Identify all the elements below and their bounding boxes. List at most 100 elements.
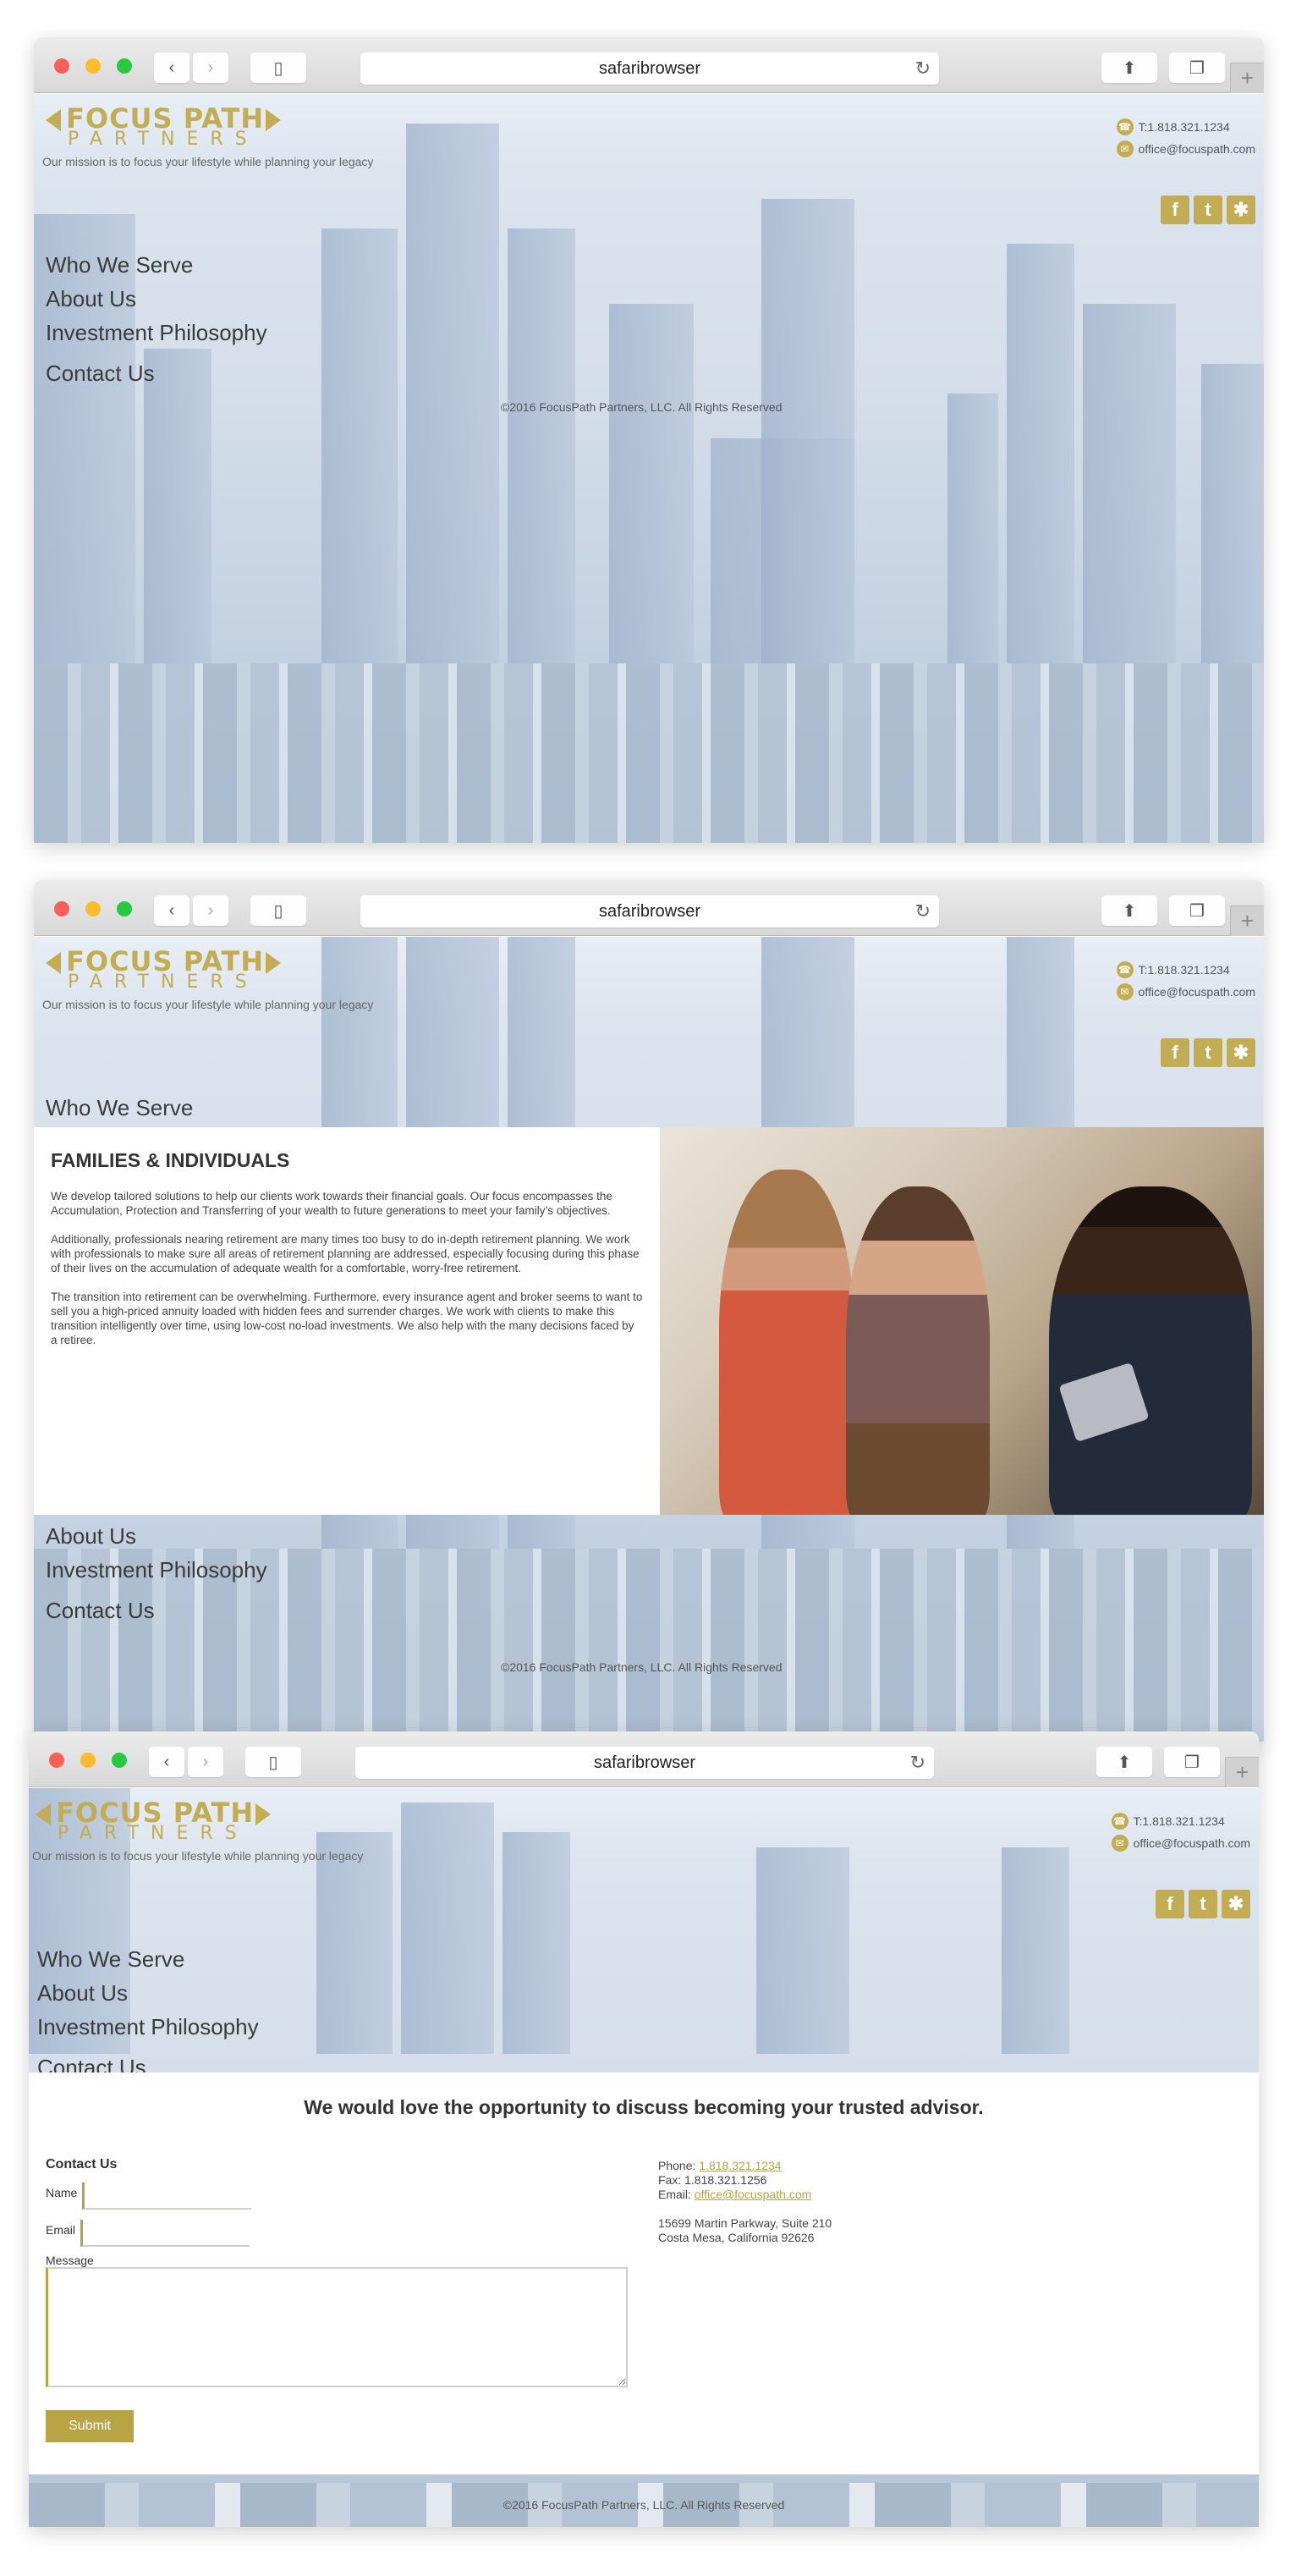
copyright: ©2016 FocusPath Partners, LLC. All Right… [501, 400, 783, 414]
header-email[interactable]: office@focuspath.com [1139, 985, 1255, 999]
tabs-button[interactable]: ❐ [1169, 895, 1225, 926]
submit-button[interactable]: Submit [46, 2410, 134, 2442]
header-phone[interactable]: T:1.818.321.1234 [1139, 120, 1230, 134]
facebook-icon[interactable]: f [1156, 1890, 1184, 1918]
reload-icon[interactable]: ↻ [910, 1752, 925, 1774]
sidebar-button[interactable]: ▯ [250, 895, 306, 926]
mail-icon: ✉ [1111, 1835, 1129, 1852]
logo[interactable]: FOCUS PATH PARTNERS [32, 1798, 271, 1846]
sidebar-button[interactable]: ▯ [245, 1747, 301, 1777]
nav-investment-philosophy[interactable]: Investment Philosophy [37, 2010, 259, 2044]
nav-who-we-serve[interactable]: Who We Serve [46, 1091, 193, 1125]
contact-form: Contact Us Name Email Message Submit [46, 2157, 638, 2442]
twitter-icon[interactable]: t [1194, 1038, 1222, 1067]
tabs-button[interactable]: ❐ [1169, 52, 1225, 83]
header-phone[interactable]: T:1.818.321.1234 [1134, 1814, 1225, 1828]
email-input[interactable] [80, 2220, 250, 2247]
share-button[interactable]: ⬆ [1101, 52, 1157, 83]
back-button[interactable]: ‹ [154, 895, 189, 926]
new-tab-button[interactable]: + [1230, 63, 1264, 93]
tagline: Our mission is to focus your lifestyle w… [42, 155, 374, 168]
sidebar-icon: ▯ [273, 901, 283, 921]
families-panel: FAMILIES & INDIVIDUALS We develop tailor… [34, 1127, 1264, 1515]
plus-icon: + [1240, 908, 1255, 933]
logo[interactable]: FOCUS PATH PARTNERS [42, 104, 281, 151]
browser-toolbar: ‹ › ▯ safaribrowser ↻ ⬆ ❐ + [34, 880, 1264, 936]
phone-link[interactable]: 1.818.321.1234 [699, 2159, 781, 2172]
nav-contact-us[interactable]: Contact Us [46, 356, 267, 390]
copyright: ©2016 FocusPath Partners, LLC. All Right… [502, 2498, 785, 2512]
close-window-button[interactable] [54, 58, 69, 74]
close-window-button[interactable] [54, 901, 69, 916]
email-link[interactable]: office@focuspath.com [695, 2188, 811, 2201]
new-tab-button[interactable]: + [1225, 1757, 1259, 1787]
share-icon: ⬆ [1122, 901, 1137, 921]
share-button[interactable]: ⬆ [1101, 895, 1157, 926]
nav-about-us[interactable]: About Us [37, 1976, 259, 2010]
share-icon: ⬆ [1122, 58, 1137, 78]
nav-who-we-serve[interactable]: Who We Serve [46, 248, 267, 282]
header-email[interactable]: office@focuspath.com [1134, 1836, 1250, 1850]
name-input[interactable] [82, 2182, 252, 2210]
contact-panel: We would love the opportunity to discuss… [29, 2072, 1259, 2474]
contact-form-title: Contact Us [46, 2157, 118, 2171]
city-skyline-background [34, 94, 1264, 843]
families-title: FAMILIES & INDIVIDUALS [51, 1149, 290, 1171]
nav-investment-philosophy[interactable]: Investment Philosophy [46, 316, 267, 350]
footer: ©2016 FocusPath Partners, LLC. All Right… [29, 2483, 1259, 2527]
address-bar[interactable]: safaribrowser ↻ [360, 895, 939, 927]
forward-button[interactable]: › [188, 1747, 223, 1777]
families-paragraph: We develop tailored solutions to help ou… [51, 1190, 612, 1217]
logo[interactable]: FOCUS PATH PARTNERS [42, 947, 281, 994]
nav-investment-philosophy[interactable]: Investment Philosophy [46, 1553, 267, 1587]
browser-window-contact: ‹ › ▯ safaribrowser ↻ ⬆ ❐ + FOCUS PATH P… [29, 1731, 1259, 2527]
yelp-icon[interactable]: ✱ [1222, 1890, 1250, 1918]
mail-icon: ✉ [1116, 140, 1134, 157]
email-info-label: Email: [658, 2188, 691, 2201]
minimize-window-button[interactable] [80, 1753, 96, 1768]
zoom-window-button[interactable] [112, 1753, 127, 1768]
nav-who-we-serve[interactable]: Who We Serve [37, 1942, 259, 1976]
tabs-button[interactable]: ❐ [1164, 1747, 1220, 1777]
share-button[interactable]: ⬆ [1096, 1747, 1152, 1777]
header-email[interactable]: office@focuspath.com [1139, 142, 1255, 156]
reload-icon[interactable]: ↻ [915, 58, 931, 80]
yelp-icon[interactable]: ✱ [1227, 1038, 1255, 1067]
nav-contact-us[interactable]: Contact Us [46, 1593, 267, 1627]
forward-button[interactable]: › [193, 895, 228, 926]
sidebar-icon: ▯ [268, 1753, 278, 1772]
header-contact: ☎ T:1.818.321.1234 ✉ office@focuspath.com [1111, 1810, 1250, 1854]
back-button[interactable]: ‹ [154, 52, 189, 83]
main-nav: Who We Serve About Us Investment Philoso… [37, 1942, 259, 2084]
phone-icon: ☎ [1116, 118, 1134, 135]
families-text: FAMILIES & INDIVIDUALS We develop tailor… [34, 1127, 660, 1515]
zoom-window-button[interactable] [117, 901, 132, 916]
close-window-button[interactable] [49, 1753, 64, 1768]
back-button[interactable]: ‹ [149, 1747, 184, 1777]
families-paragraph: Additionally, professionals nearing reti… [51, 1233, 640, 1274]
tagline: Our mission is to focus your lifestyle w… [32, 1849, 364, 1863]
yelp-icon[interactable]: ✱ [1227, 195, 1255, 224]
message-textarea[interactable] [46, 2267, 628, 2387]
minimize-window-button[interactable] [85, 901, 101, 916]
main-nav-bottom: About Us Investment Philosophy Contact U… [46, 1519, 267, 1627]
address-bar[interactable]: safaribrowser ↻ [355, 1747, 934, 1779]
sidebar-button[interactable]: ▯ [250, 52, 306, 83]
email-label: Email [46, 2223, 76, 2237]
new-tab-button[interactable]: + [1230, 905, 1264, 936]
header-phone[interactable]: T:1.818.321.1234 [1139, 963, 1230, 977]
zoom-window-button[interactable] [117, 58, 132, 74]
minimize-window-button[interactable] [85, 58, 101, 74]
reload-icon[interactable]: ↻ [915, 900, 931, 922]
nav-about-us[interactable]: About Us [46, 1519, 267, 1553]
tagline: Our mission is to focus your lifestyle w… [42, 998, 374, 1011]
address-bar[interactable]: safaribrowser ↻ [360, 52, 939, 85]
twitter-icon[interactable]: t [1189, 1890, 1217, 1918]
address-text: safaribrowser [598, 58, 701, 78]
forward-button[interactable]: › [193, 52, 228, 83]
facebook-icon[interactable]: f [1161, 1038, 1189, 1067]
twitter-icon[interactable]: t [1194, 195, 1222, 224]
logo-arrow-right-icon [266, 109, 281, 131]
nav-about-us[interactable]: About Us [46, 282, 267, 316]
facebook-icon[interactable]: f [1161, 195, 1189, 224]
